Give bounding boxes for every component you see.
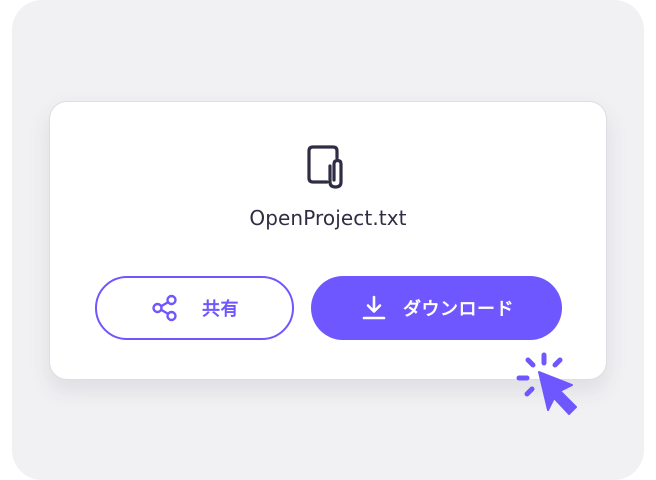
click-cursor-icon — [516, 352, 577, 415]
share-button[interactable]: 共有 — [95, 276, 294, 340]
download-icon — [362, 295, 386, 320]
download-button[interactable]: ダウンロード — [311, 276, 562, 340]
download-button-label: ダウンロード — [403, 299, 514, 320]
share-icon — [152, 294, 177, 322]
file-name: OpenProject.txt — [249, 206, 407, 230]
file-attachment-icon — [307, 145, 343, 189]
share-button-label: 共有 — [202, 299, 239, 320]
